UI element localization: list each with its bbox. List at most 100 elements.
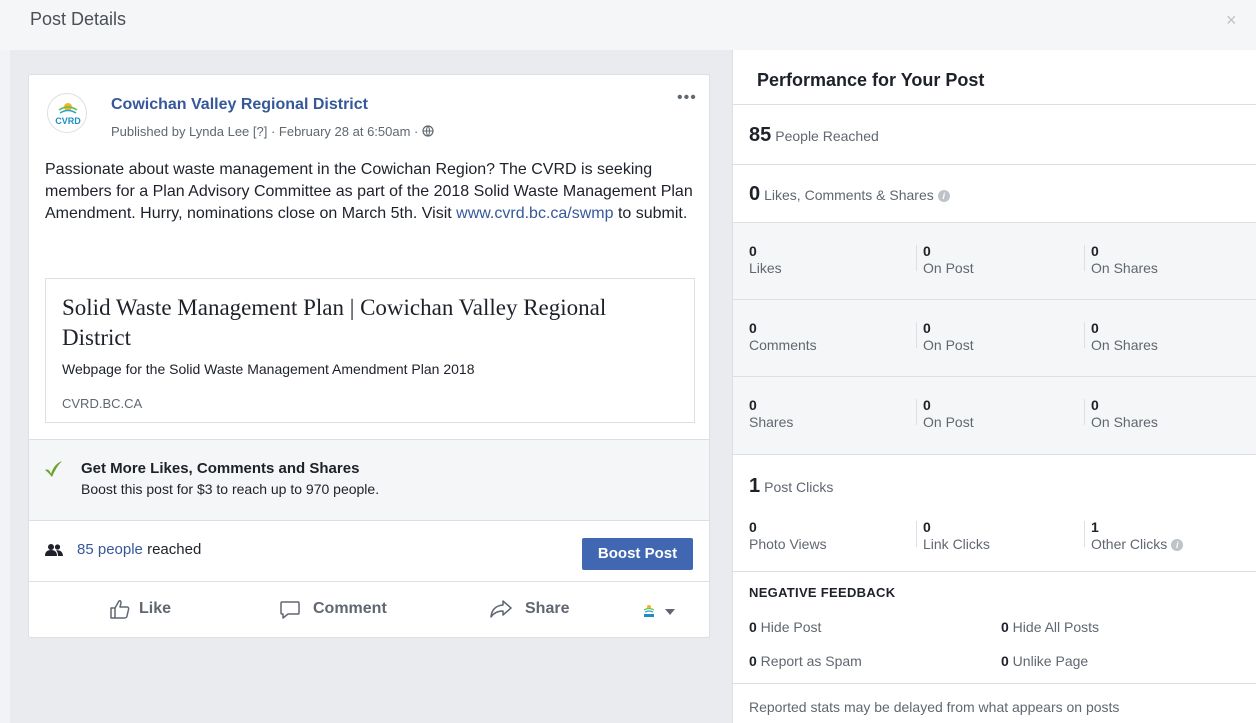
performance-panel: Performance for Your Post 85 People Reach… — [732, 50, 1256, 723]
promo-subtitle: Boost this post for $3 to reach up to 97… — [81, 481, 380, 497]
boost-promo: Get More Likes, Comments and Shares Boos… — [29, 439, 709, 521]
post-card: CVRD Cowichan Valley Regional District P… — [28, 74, 710, 638]
divider — [1084, 521, 1085, 547]
post-text: Passionate about waste management in the… — [45, 159, 699, 225]
boost-post-button[interactable]: Boost Post — [582, 538, 693, 570]
leaf-check-icon — [45, 461, 62, 477]
page-name-link[interactable]: Cowichan Valley Regional District — [111, 96, 368, 114]
page-avatar[interactable]: CVRD — [47, 93, 87, 133]
negative-feedback-section: NEGATIVE FEEDBACK 0 Hide Post 0 Hide All… — [733, 571, 1256, 683]
shares-on-post-stat: 0 On Post — [923, 397, 974, 431]
globe-icon — [422, 125, 434, 137]
other-clicks-label: Other Clicks i — [1091, 535, 1184, 553]
people-reached-link[interactable]: 85 people — [77, 541, 143, 558]
people-reached-stat: 85 People Reached — [749, 124, 879, 147]
comments-on-shares-label: On Shares — [1091, 337, 1158, 353]
cvrd-logo-icon: CVRD — [55, 103, 81, 126]
link-preview-card[interactable]: Solid Waste Management Plan | Cowichan V… — [45, 278, 695, 423]
modal-header: Post Details × — [0, 0, 1256, 50]
other-clicks-text: Other Clicks — [1091, 536, 1168, 552]
like-label: Like — [139, 600, 172, 617]
comment-icon — [280, 601, 300, 619]
share-arrow-icon — [490, 600, 512, 618]
share-label: Share — [525, 600, 570, 617]
hide-all-posts-num: 0 — [1001, 619, 1009, 635]
close-icon[interactable]: × — [1226, 10, 1237, 31]
likes-on-post-num: 0 — [923, 243, 931, 259]
likes-on-shares-stat: 0 On Shares — [1091, 243, 1158, 277]
more-options-icon[interactable]: ••• — [677, 89, 697, 107]
reach-text: 85 people reached — [77, 541, 201, 558]
comments-on-post-num: 0 — [923, 320, 931, 336]
post-meta: Published by Lynda Lee [?] · February 28… — [111, 124, 434, 139]
hide-post-num: 0 — [749, 619, 757, 635]
like-button[interactable]: Like — [109, 598, 179, 622]
shares-on-shares-num: 0 — [1091, 397, 1099, 413]
unlike-page-label: Unlike Page — [1008, 653, 1089, 669]
divider — [733, 299, 1256, 300]
unlike-page-stat: 0 Unlike Page — [1001, 653, 1088, 669]
svg-text:CVRD: CVRD — [55, 116, 81, 126]
promo-title: Get More Likes, Comments and Shares — [81, 460, 360, 477]
shares-on-post-num: 0 — [923, 397, 931, 413]
likes-on-post-label: On Post — [923, 260, 974, 276]
report-spam-num: 0 — [749, 653, 757, 669]
hide-post-label: Hide Post — [756, 619, 822, 635]
likes-on-post-stat: 0 On Post — [923, 243, 974, 277]
likes-on-shares-label: On Shares — [1091, 260, 1158, 276]
comment-button[interactable]: Comment — [279, 598, 399, 622]
photo-views-stat: 0 Photo Views — [749, 519, 827, 553]
performance-title: Performance for Your Post — [757, 70, 985, 90]
engagement-breakdown: 0 Likes 0 On Post 0 On Shares 0 Comments 0 On… — [733, 222, 1256, 454]
post-as-selector[interactable] — [641, 602, 689, 620]
post-actions: Like Comment Share — [29, 582, 709, 638]
shares-on-shares-label: On Shares — [1091, 414, 1158, 430]
cvrd-mini-logo-icon — [643, 605, 675, 617]
other-clicks-stat: 1 Other Clicks i — [1091, 519, 1184, 553]
post-meta-text: Published by Lynda Lee [?] · February 28… — [111, 124, 422, 139]
post-clicks-value: 1 — [749, 475, 761, 497]
engagement-value: 0 — [749, 183, 761, 205]
info-icon[interactable]: i — [1171, 539, 1184, 551]
negative-feedback-title: NEGATIVE FEEDBACK — [749, 585, 896, 600]
people-reached-row: 85 People Reached — [733, 104, 1256, 164]
shares-on-shares-stat: 0 On Shares — [1091, 397, 1158, 431]
comments-stat: 0 Comments — [749, 320, 817, 354]
photo-views-label: Photo Views — [749, 536, 827, 552]
chevron-down-icon — [665, 609, 675, 615]
people-reached-value: 85 — [749, 124, 772, 146]
other-clicks-num: 1 — [1091, 519, 1099, 535]
comments-on-post-stat: 0 On Post — [923, 320, 974, 354]
report-spam-label: Report as Spam — [756, 653, 862, 669]
reach-row: 85 people reached Boost Post — [29, 521, 709, 582]
shares-stat: 0 Shares — [749, 397, 793, 431]
link-preview-domain: CVRD.BC.CA — [62, 396, 143, 411]
engagement-row: 0 Likes, Comments & Shares i — [733, 164, 1256, 222]
people-reached-label: People Reached — [775, 128, 879, 144]
divider — [733, 376, 1256, 377]
link-preview-description: Webpage for the Solid Waste Management A… — [62, 361, 475, 377]
divider — [916, 521, 917, 547]
post-clicks-row: 1 Post Clicks 0 Photo Views 0 Link Clicks 1… — [733, 454, 1256, 571]
comments-on-shares-stat: 0 On Shares — [1091, 320, 1158, 354]
post-text-after: to submit. — [613, 205, 688, 222]
link-clicks-stat: 0 Link Clicks — [923, 519, 990, 553]
unlike-page-num: 0 — [1001, 653, 1009, 669]
likes-on-shares-num: 0 — [1091, 243, 1099, 259]
post-text-link[interactable]: www.cvrd.bc.ca/swmp — [456, 205, 613, 222]
likes-label: Likes — [749, 260, 782, 276]
hide-all-posts-label: Hide All Posts — [1008, 619, 1100, 635]
comments-on-shares-num: 0 — [1091, 320, 1099, 336]
shares-label: Shares — [749, 414, 794, 430]
info-icon[interactable]: i — [937, 190, 950, 202]
post-clicks-label: Post Clicks — [764, 479, 834, 495]
people-icon — [45, 544, 63, 556]
divider — [916, 399, 917, 425]
divider — [1084, 245, 1085, 271]
likes-stat: 0 Likes — [749, 243, 782, 277]
share-button[interactable]: Share — [489, 598, 579, 622]
reach-suffix: reached — [142, 541, 202, 558]
comment-label: Comment — [313, 600, 387, 617]
comments-num: 0 — [749, 320, 757, 336]
engagement-stat: 0 Likes, Comments & Shares i — [749, 183, 950, 206]
